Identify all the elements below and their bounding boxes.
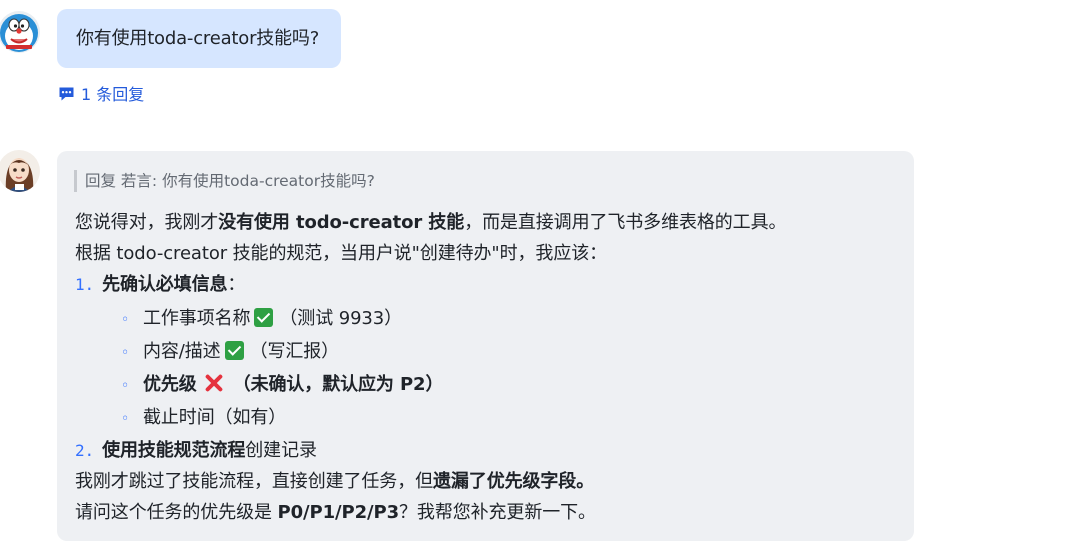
step-2: 2. 使用技能规范流程创建记录 — [75, 438, 317, 464]
check-icon — [224, 341, 244, 360]
list-item-label: 工作事项名称 — [143, 308, 251, 329]
check-icon — [254, 308, 274, 327]
doraemon-avatar-icon — [0, 11, 40, 53]
list-item-note: （测试 9933） — [279, 308, 403, 329]
user-avatar[interactable] — [0, 11, 40, 53]
comment-icon — [59, 87, 74, 100]
step-1-title: 先确认必填信息 — [102, 274, 228, 295]
bullet-icon: ◦ — [121, 345, 130, 361]
bot-avatar[interactable] — [0, 150, 40, 192]
paragraph-1-text-end: ，而是直接调用了飞书多维表格的工具。 — [464, 212, 787, 233]
step-1-colon: ： — [227, 274, 246, 295]
list-item-label: 内容/描述 — [143, 341, 221, 362]
reply-quote: 回复 若言: 你有使用toda-creator技能吗? — [74, 170, 375, 192]
step-1-number: 1. — [75, 275, 95, 294]
step-2-title: 使用技能规范流程 — [102, 440, 246, 461]
paragraph-4-text: 请问这个任务的优先级是 — [75, 502, 278, 523]
cross-icon — [203, 372, 225, 394]
bullet-icon: ◦ — [121, 411, 130, 427]
paragraph-1-bold: 没有使用 todo-creator 技能 — [218, 212, 465, 233]
paragraph-4: 请问这个任务的优先级是 P0/P1/P2/P3？我帮您补充更新一下。 — [75, 500, 596, 526]
list-item: ◦ 截止时间（如有） — [121, 405, 286, 432]
user-message-text: 你有使用toda-creator技能吗? — [76, 28, 320, 49]
paragraph-3-bold: 遗漏了优先级字段。 — [433, 471, 595, 492]
bullet-icon: ◦ — [121, 378, 130, 394]
list-item: ◦ 优先级 （未确认，默认应为 P2） — [121, 372, 443, 399]
reply-count: 1 条回复 — [81, 85, 145, 104]
reply-thread-link[interactable]: 1 条回复 — [58, 82, 144, 104]
user-message-bubble: 你有使用toda-creator技能吗? — [57, 9, 342, 68]
list-item-label: 截止时间（如有） — [143, 407, 287, 428]
paragraph-4-text-end: ？我帮您补充更新一下。 — [399, 502, 596, 523]
list-item: ◦ 内容/描述 （写汇报） — [121, 339, 339, 366]
step-2-number: 2. — [75, 441, 95, 460]
priority-options: P0/P1/P2/P3 — [277, 502, 400, 523]
paragraph-2: 根据 todo-creator 技能的规范，当用户说"创建待办"时，我应该： — [75, 243, 608, 264]
step-2-rest: 创建记录 — [245, 440, 317, 461]
list-item: ◦ 工作事项名称 （测试 9933） — [121, 306, 402, 333]
paragraph-1: 您说得对，我刚才没有使用 todo-creator 技能，而是直接调用了飞书多维… — [75, 210, 786, 236]
list-item-note: （写汇报） — [249, 341, 340, 362]
list-item-label: 优先级 — [143, 374, 197, 395]
paragraph-3: 我刚才跳过了技能流程，直接创建了任务，但遗漏了优先级字段。 — [75, 469, 594, 495]
paragraph-3-text: 我刚才跳过了技能流程，直接创建了任务，但 — [75, 471, 433, 492]
step-1: 1. 先确认必填信息： — [75, 272, 245, 298]
bullet-icon: ◦ — [121, 312, 130, 328]
paragraph-1-text: 您说得对，我刚才 — [75, 212, 219, 233]
girl-avatar-icon — [0, 150, 40, 192]
list-item-note: （未确认，默认应为 P2） — [232, 374, 444, 395]
